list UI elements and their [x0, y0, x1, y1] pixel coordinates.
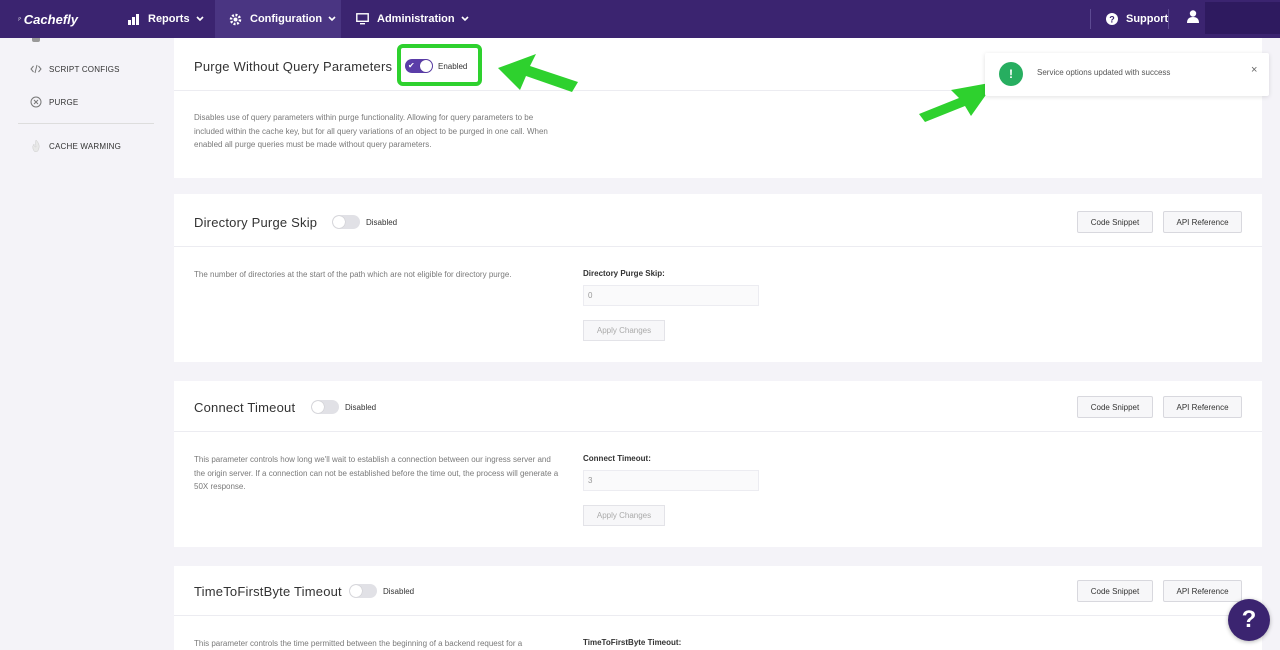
enable-toggle[interactable]: [349, 584, 377, 598]
nav-administration-label: Administration: [377, 13, 455, 25]
sidebar-item-icon-partial: [32, 38, 40, 42]
toggle-knob: [333, 216, 345, 228]
code-snippet-button[interactable]: Code Snippet: [1077, 580, 1153, 602]
flame-icon: [30, 140, 42, 152]
card-header: TimeToFirstByte Timeout Disabled Code Sn…: [174, 566, 1262, 616]
apply-changes-button[interactable]: Apply Changes: [583, 320, 665, 341]
toggle-state-label: Disabled: [383, 587, 415, 596]
directory-purge-skip-input[interactable]: 0: [583, 285, 759, 306]
chevron-down-icon: [328, 16, 336, 22]
cachefly-logo[interactable]: Cachefly: [18, 6, 78, 32]
sidebar-item-purge[interactable]: PURGE: [30, 96, 78, 108]
code-snippet-button[interactable]: Code Snippet: [1077, 396, 1153, 418]
card-connect-timeout: Connect Timeout Disabled Code Snippet AP…: [174, 381, 1262, 547]
connect-timeout-input[interactable]: 3: [583, 470, 759, 491]
nav-configuration-label: Configuration: [250, 13, 323, 25]
toggle-state-label: Disabled: [345, 403, 377, 412]
nav-configuration[interactable]: Configuration: [215, 0, 341, 38]
sidebar-item-label: SCRIPT CONFIGS: [49, 64, 120, 74]
sidebar-item-label: CACHE WARMING: [49, 141, 122, 151]
apply-changes-button[interactable]: Apply Changes: [583, 505, 665, 526]
code-icon: [30, 63, 42, 75]
user-name-box[interactable]: [1205, 2, 1280, 34]
annotation-arrow-icon: [498, 54, 578, 92]
api-reference-button[interactable]: API Reference: [1163, 396, 1242, 418]
user-menu[interactable]: [1180, 0, 1206, 38]
enable-toggle[interactable]: [332, 215, 360, 229]
success-toast: ! Service options updated with success ×: [985, 53, 1269, 96]
close-icon[interactable]: ×: [1251, 64, 1257, 76]
card-title: Connect Timeout: [194, 400, 296, 415]
card-description: This parameter controls how long we'll w…: [194, 455, 559, 491]
card-title: Directory Purge Skip: [194, 215, 318, 230]
card-description: Disables use of query parameters within …: [194, 113, 548, 149]
sidebar-item-script-configs[interactable]: SCRIPT CONFIGS: [30, 63, 120, 75]
gear-icon: [229, 13, 242, 26]
top-navbar: Cachefly Reports Configuration Administr…: [0, 0, 1280, 38]
logo-text: Cachefly: [23, 11, 78, 27]
svg-text:?: ?: [1109, 15, 1115, 25]
api-reference-button[interactable]: API Reference: [1163, 211, 1242, 233]
logo-icon: [18, 16, 22, 21]
toast-message: Service options updated with success: [1037, 68, 1171, 77]
field-label: TimeToFirstByte Timeout:: [583, 638, 682, 647]
x-circle-icon: [30, 96, 42, 108]
field-label: Connect Timeout:: [583, 454, 651, 463]
help-button[interactable]: ?: [1228, 599, 1270, 641]
card-ttfb-timeout: TimeToFirstByte Timeout Disabled Code Sn…: [174, 566, 1262, 650]
card-description: The number of directories at the start o…: [194, 270, 512, 279]
bar-chart-icon: [128, 13, 140, 25]
card-header: Directory Purge Skip Disabled Code Snipp…: [174, 194, 1262, 247]
nav-divider: [1168, 9, 1169, 29]
highlight-box: [397, 44, 482, 86]
card-title: Purge Without Query Parameters: [194, 59, 393, 74]
nav-reports[interactable]: Reports: [114, 0, 218, 38]
nav-divider: [1090, 9, 1091, 29]
card-title: TimeToFirstByte Timeout: [194, 584, 342, 599]
enable-toggle[interactable]: [311, 400, 339, 414]
question-circle-icon: ?: [1106, 13, 1118, 25]
nav-support-label: Support: [1126, 13, 1169, 25]
toggle-state-label: Disabled: [366, 218, 398, 227]
user-icon: [1187, 10, 1199, 28]
sidebar-item-cache-warming[interactable]: CACHE WARMING: [30, 140, 121, 152]
api-reference-button[interactable]: API Reference: [1163, 580, 1242, 602]
chevron-down-icon: [461, 16, 469, 22]
sidebar-divider: [18, 123, 154, 124]
code-snippet-button[interactable]: Code Snippet: [1077, 211, 1153, 233]
field-label: Directory Purge Skip:: [583, 269, 665, 278]
nav-administration[interactable]: Administration: [342, 0, 483, 38]
card-directory-purge-skip: Directory Purge Skip Disabled Code Snipp…: [174, 194, 1262, 362]
sidebar: SCRIPT CONFIGS PURGE CACHE WARMING: [0, 38, 172, 650]
chevron-down-icon: [195, 16, 204, 22]
toggle-knob: [312, 401, 324, 413]
sidebar-item-label: PURGE: [49, 97, 79, 107]
card-description: This parameter controls the time permitt…: [194, 639, 523, 648]
monitor-icon: [356, 13, 369, 25]
nav-reports-label: Reports: [148, 13, 190, 25]
success-icon: !: [999, 62, 1023, 86]
toggle-knob: [350, 585, 362, 597]
card-header: Connect Timeout Disabled Code Snippet AP…: [174, 381, 1262, 432]
